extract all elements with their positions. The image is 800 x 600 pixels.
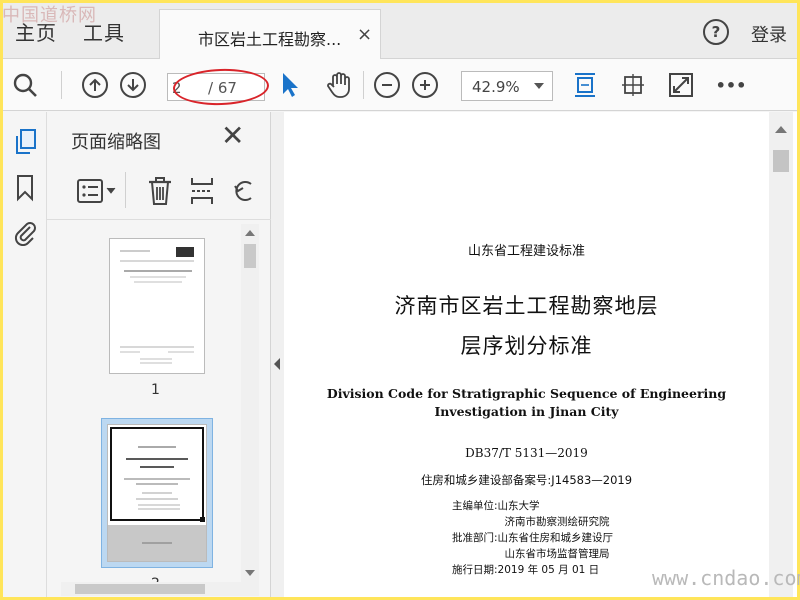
- document-title-line-2: 层序划分标准: [460, 334, 593, 358]
- hand-tool-button[interactable]: [323, 69, 355, 101]
- record-number: 住房和城乡建设部备案号:J14583—2019: [420, 473, 633, 487]
- left-icon-rail: [3, 112, 47, 597]
- collapse-left-icon: [274, 358, 280, 370]
- more-options-icon[interactable]: •••: [715, 69, 747, 101]
- toolbar: / 67 42.9%: [3, 59, 797, 111]
- arrow-up-icon: [82, 72, 108, 98]
- english-title-line-1: Division Code for Stratigraphic Sequence…: [326, 386, 727, 401]
- pdf-viewer-window: 主页 工具 市区岩土工程勘察... × ? 登录 / 67: [3, 3, 797, 597]
- page-2-preview: [108, 425, 206, 561]
- meta-line: 山东省市场监督管理局: [452, 548, 610, 560]
- plus-icon: [412, 72, 438, 98]
- scroll-up-icon[interactable]: [241, 226, 259, 240]
- next-page-button[interactable]: [117, 69, 149, 101]
- cursor-arrow-icon: [283, 73, 298, 97]
- meta-line: 主编单位:山东大学: [452, 500, 540, 512]
- expand-icon: [669, 73, 693, 97]
- top-nav-bar: 主页 工具 市区岩土工程勘察... × ? 登录: [3, 3, 797, 60]
- watermark-top: 中国道桥网: [2, 5, 97, 26]
- move-page-icon: [622, 74, 644, 96]
- close-tab-icon[interactable]: ×: [357, 24, 372, 45]
- page-thumbnails-icon[interactable]: [13, 128, 39, 160]
- select-tool-button[interactable]: [275, 69, 307, 101]
- standard-number: DB37/T 5131—2019: [465, 446, 588, 460]
- document-tab[interactable]: 市区岩土工程勘察... ×: [159, 9, 381, 60]
- scroll-up-icon[interactable]: [769, 120, 793, 140]
- scrollbar-thumb[interactable]: [75, 584, 205, 594]
- meta-line: 批准部门:山东省住房和城乡建设厅: [452, 532, 614, 544]
- fullscreen-button[interactable]: [665, 69, 697, 101]
- page-thumbnail-1[interactable]: [109, 238, 205, 374]
- panel-vertical-scrollbar[interactable]: [241, 224, 259, 596]
- panel-divider: [125, 172, 126, 208]
- login-button[interactable]: 登录: [751, 21, 787, 47]
- zoom-dropdown[interactable]: 42.9%: [461, 71, 553, 101]
- panel-horizontal-scrollbar[interactable]: [61, 582, 241, 596]
- collapse-panel-handle[interactable]: [271, 112, 284, 597]
- document-page: 山东省工程建设标准 济南市区岩土工程勘察地层 层序划分标准 Division C…: [284, 112, 797, 597]
- minus-icon: [374, 72, 400, 98]
- zoom-out-button[interactable]: [371, 69, 403, 101]
- page-1-preview: [110, 239, 204, 373]
- panel-title: 页面缩略图: [71, 132, 161, 153]
- scrollbar-thumb[interactable]: [244, 244, 256, 268]
- watermark-bottom: www.cndao.com: [652, 566, 800, 590]
- english-title-line-2: Investigation in Jinan City: [434, 404, 619, 419]
- rotate-left-icon[interactable]: [231, 176, 257, 210]
- previous-page-button[interactable]: [79, 69, 111, 101]
- rotate-view-button[interactable]: [617, 69, 649, 101]
- chevron-down-icon: [534, 83, 544, 89]
- panel-toolbar: [47, 164, 271, 220]
- standard-organization: 山东省工程建设标准: [467, 244, 585, 259]
- meta-line: 济南市勘察测绘研究院: [452, 516, 610, 528]
- attachment-icon[interactable]: [13, 218, 37, 250]
- search-icon[interactable]: [9, 69, 41, 101]
- scroll-down-icon[interactable]: [241, 566, 259, 580]
- document-vertical-scrollbar[interactable]: [769, 112, 793, 597]
- zoom-value: 42.9%: [472, 78, 520, 96]
- thumbnail-label: 1: [151, 382, 160, 398]
- bookmark-icon[interactable]: [15, 174, 35, 206]
- toolbar-divider: [363, 71, 364, 99]
- hand-icon: [327, 72, 350, 98]
- arrow-down-icon: [120, 72, 146, 98]
- toolbar-divider: [61, 71, 62, 99]
- zoom-in-button[interactable]: [409, 69, 441, 101]
- meta-line: 施行日期:2019 年 05 月 01 日: [452, 564, 600, 576]
- scrollbar-thumb[interactable]: [773, 150, 789, 172]
- fit-page-button[interactable]: [569, 69, 601, 101]
- page-thumbnail-2[interactable]: [107, 424, 207, 562]
- insert-page-icon[interactable]: [189, 176, 215, 210]
- thumbnail-list: 1: [47, 224, 247, 594]
- help-icon[interactable]: ?: [703, 19, 729, 45]
- fit-page-icon: [575, 73, 595, 97]
- document-tab-title: 市区岩土工程勘察...: [198, 30, 342, 49]
- document-title-line-1: 济南市区岩土工程勘察地层: [394, 294, 659, 318]
- close-panel-icon[interactable]: ✕: [221, 122, 244, 150]
- thumbnail-panel: 页面缩略图 ✕ 1: [47, 112, 271, 597]
- thumbnail-options-icon[interactable]: [77, 178, 117, 208]
- trash-icon[interactable]: [147, 176, 173, 210]
